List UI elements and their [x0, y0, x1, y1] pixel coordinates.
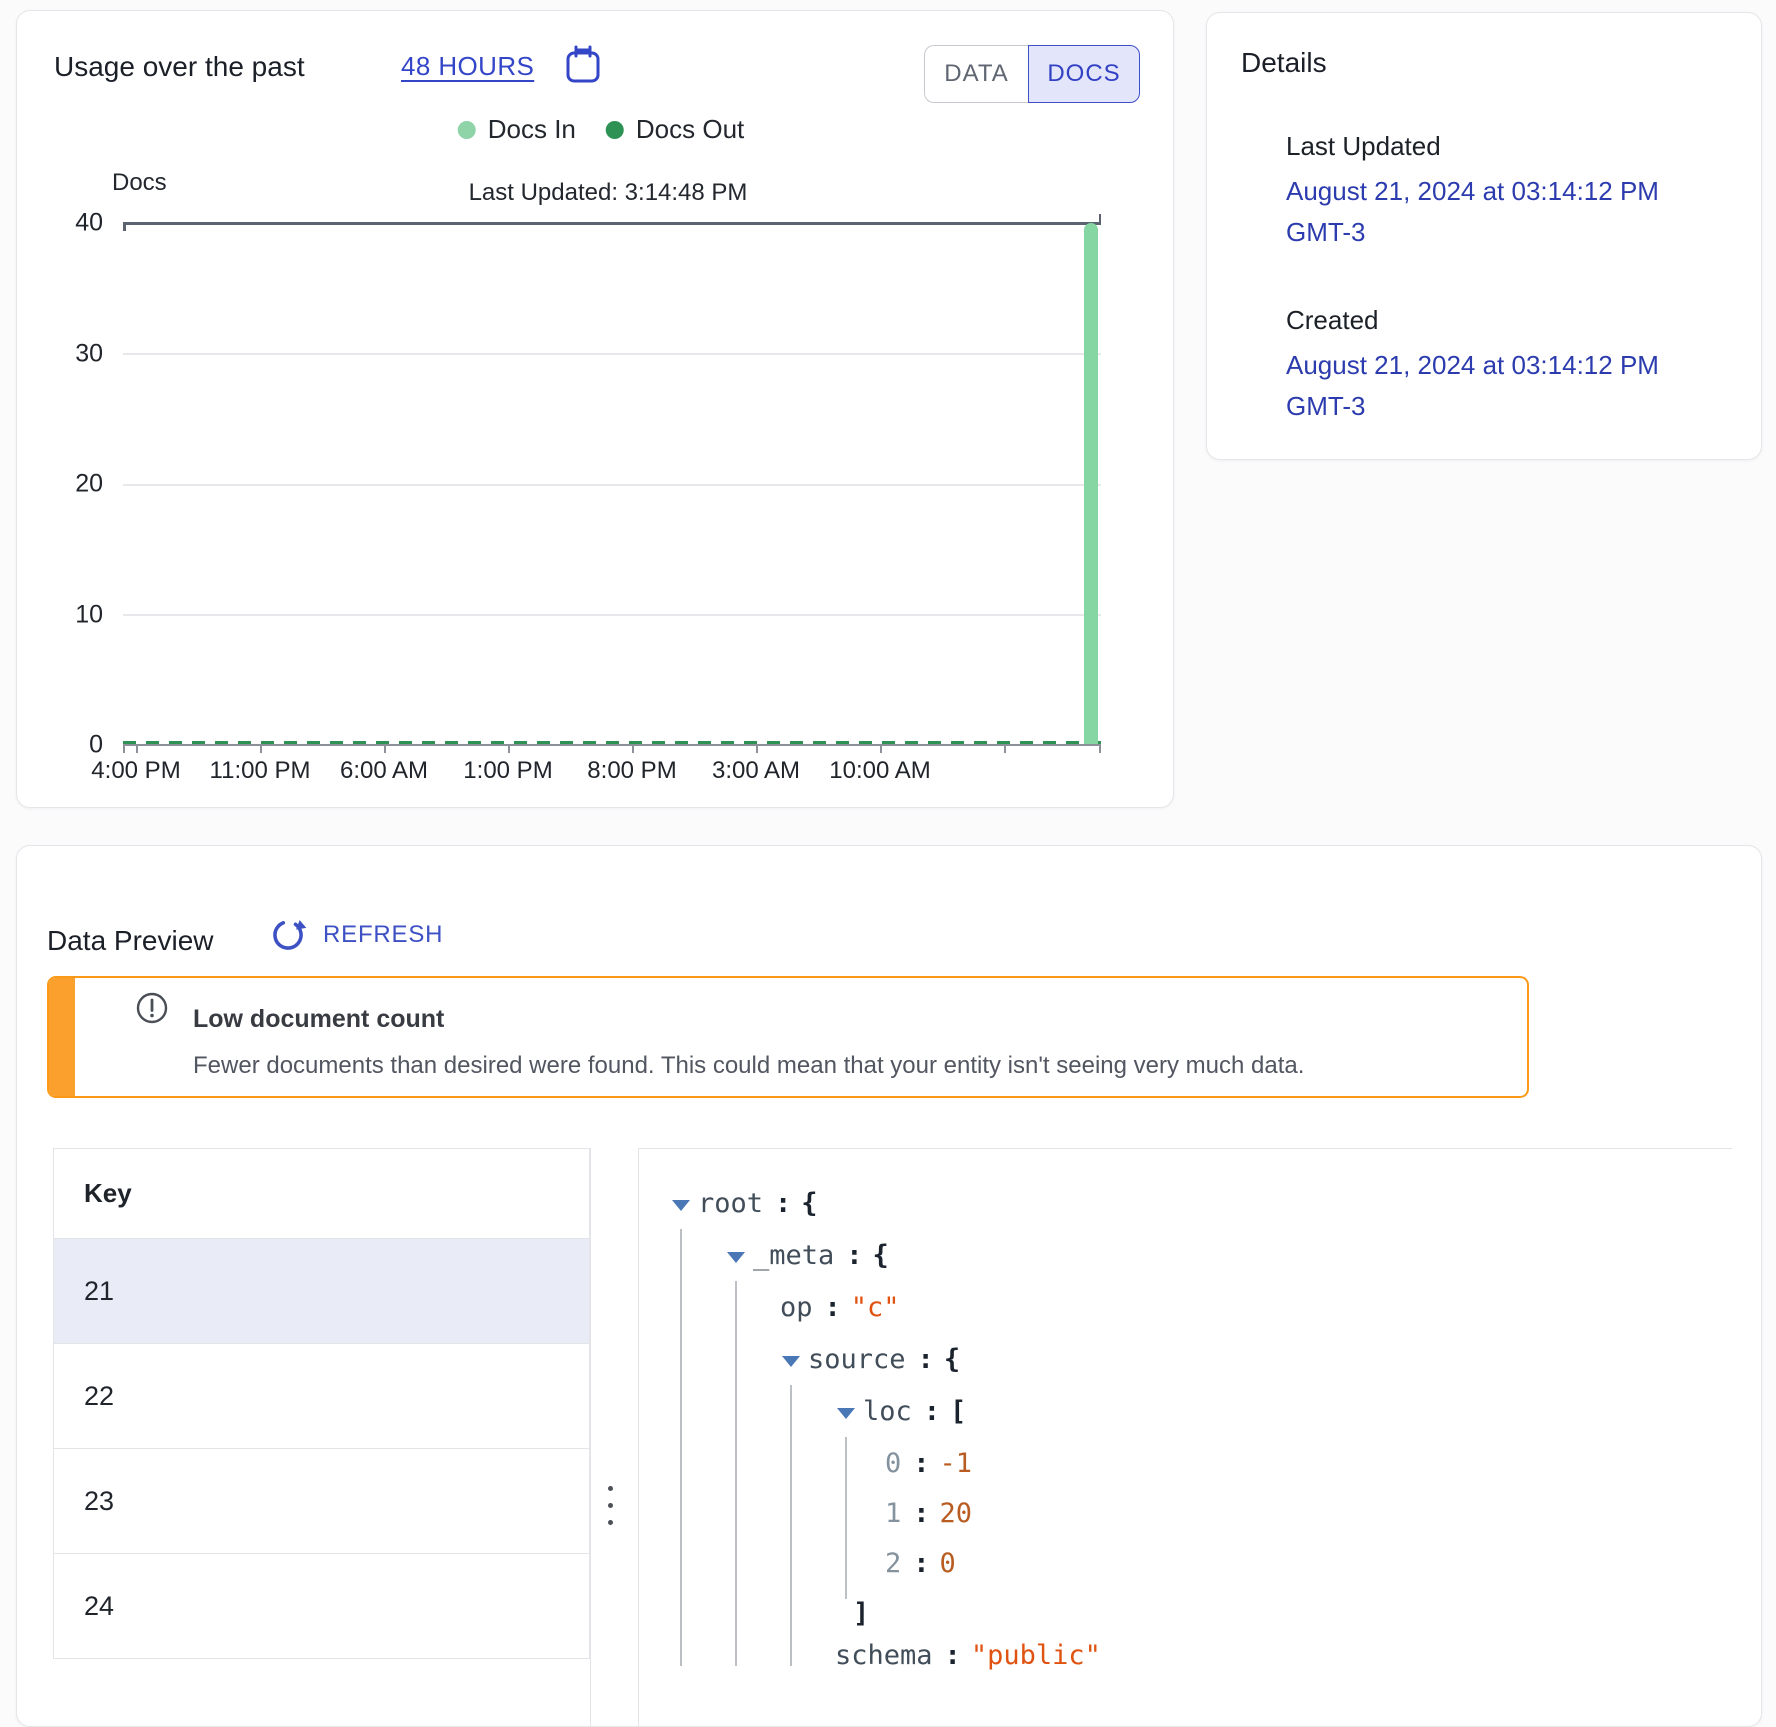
toggle-docs-button[interactable]: DOCS — [1028, 45, 1140, 103]
tree-colon: : — [763, 1188, 801, 1219]
legend-label: Docs In — [488, 114, 576, 145]
expand-arrow-icon[interactable] — [782, 1356, 800, 1367]
y-tick: 20 — [43, 470, 103, 499]
x-tick-label: 8:00 PM — [587, 757, 676, 785]
x-tick — [1099, 744, 1101, 753]
tree-colon: : — [834, 1240, 872, 1271]
tree-string-value: "c" — [851, 1292, 900, 1323]
tree-colon: : — [901, 1498, 939, 1529]
tree-row-meta: _meta:{ — [753, 1231, 889, 1281]
legend-item-docs-out[interactable]: Docs Out — [606, 114, 744, 145]
docs-in-bar — [1084, 223, 1098, 745]
y-tick: 10 — [43, 601, 103, 630]
tree-number-value: 20 — [940, 1498, 973, 1529]
tree-key: schema — [835, 1640, 933, 1671]
tree-index: 2 — [885, 1548, 901, 1579]
detail-label-created: Created — [1286, 305, 1379, 336]
chart-legend: Docs In Docs Out — [458, 114, 745, 145]
x-tick — [123, 744, 125, 753]
tree-bracket: ] — [853, 1598, 869, 1629]
tree-bracket: { — [944, 1344, 960, 1375]
gridline — [123, 353, 1101, 355]
x-tick-label: 4:00 PM — [91, 757, 180, 785]
detail-label-last-updated: Last Updated — [1286, 131, 1441, 162]
tree-row-source: source:{ — [808, 1335, 960, 1385]
x-tick — [880, 744, 882, 753]
x-tick — [136, 744, 138, 753]
details-title: Details — [1241, 47, 1327, 79]
x-tick-label: 6:00 AM — [340, 757, 428, 785]
x-tick-label: 11:00 PM — [210, 757, 311, 785]
x-tick — [1004, 744, 1006, 753]
x-tick-label: 1:00 PM — [463, 757, 552, 785]
chart-last-updated: Last Updated: 3:14:48 PM — [469, 179, 748, 207]
calendar-icon[interactable] — [563, 44, 603, 88]
tree-guide-line — [680, 1229, 682, 1666]
expand-arrow-icon[interactable] — [837, 1408, 855, 1419]
x-tick-label: 3:00 AM — [712, 757, 800, 785]
plot-top-border — [123, 222, 1101, 225]
tree-guide-line — [845, 1437, 847, 1599]
json-tree: root:{ _meta:{ op:"c" source:{ loc:[ 0:-… — [17, 846, 1761, 1726]
tree-row-loc-2: 2:0 — [885, 1539, 956, 1589]
usage-chart-plot — [123, 223, 1101, 745]
tree-row-root: root:{ — [698, 1179, 818, 1229]
tree-colon: : — [901, 1448, 939, 1479]
detail-value-last-updated: August 21, 2024 at 03:14:12 PM GMT-3 — [1286, 171, 1676, 253]
tree-number-value: -1 — [940, 1448, 973, 1479]
tree-guide-line — [735, 1281, 737, 1666]
x-tick — [260, 744, 262, 753]
toggle-data-button[interactable]: DATA — [924, 45, 1028, 103]
tree-key: source — [808, 1344, 906, 1375]
tree-number-value: 0 — [940, 1548, 956, 1579]
tree-bracket: [ — [950, 1396, 966, 1427]
tree-row-op: op:"c" — [780, 1283, 900, 1333]
y-tick: 0 — [43, 731, 103, 760]
tree-key: root — [698, 1188, 763, 1219]
tree-bracket: { — [801, 1188, 817, 1219]
tree-colon: : — [933, 1640, 971, 1671]
tree-colon: : — [901, 1548, 939, 1579]
y-axis-title: Docs — [112, 169, 167, 197]
x-tick — [508, 744, 510, 753]
time-range-link[interactable]: 48 HOURS — [401, 51, 534, 82]
y-tick: 40 — [43, 209, 103, 238]
legend-label: Docs Out — [636, 114, 744, 145]
tree-key: loc — [863, 1396, 912, 1427]
tree-row-loc-1: 1:20 — [885, 1489, 972, 1539]
gridline — [123, 484, 1101, 486]
tree-key: _meta — [753, 1240, 834, 1271]
gridline — [123, 614, 1101, 616]
details-card: Details Last Updated August 21, 2024 at … — [1206, 12, 1762, 460]
y-tick: 30 — [43, 340, 103, 369]
tree-colon: : — [906, 1344, 944, 1375]
detail-value-created: August 21, 2024 at 03:14:12 PM GMT-3 — [1286, 345, 1676, 427]
docs-in-dot-icon — [458, 121, 476, 139]
data-preview-card: Data Preview REFRESH Low document count … — [16, 845, 1762, 1727]
x-tick — [384, 744, 386, 753]
x-tick-label: 10:00 AM — [829, 757, 930, 785]
usage-card-title: Usage over the past — [54, 51, 305, 83]
expand-arrow-icon[interactable] — [727, 1252, 745, 1263]
tree-index: 1 — [885, 1498, 901, 1529]
docs-out-dot-icon — [606, 121, 624, 139]
x-axis-line — [123, 744, 1101, 746]
tree-row-schema: schema:"public" — [835, 1631, 1101, 1681]
tree-row-loc: loc:[ — [863, 1387, 966, 1437]
tree-string-value: "public" — [971, 1640, 1101, 1671]
legend-item-docs-in[interactable]: Docs In — [458, 114, 576, 145]
tree-row-loc-0: 0:-1 — [885, 1439, 972, 1489]
usage-card: Usage over the past 48 HOURS DATA DOCS D… — [16, 10, 1174, 808]
tree-colon: : — [912, 1396, 950, 1427]
tree-key: op — [780, 1292, 813, 1323]
tree-guide-line — [790, 1385, 792, 1666]
x-tick — [756, 744, 758, 753]
tree-bracket: { — [873, 1240, 889, 1271]
tree-colon: : — [813, 1292, 851, 1323]
tree-index: 0 — [885, 1448, 901, 1479]
expand-arrow-icon[interactable] — [672, 1200, 690, 1211]
x-tick — [632, 744, 634, 753]
